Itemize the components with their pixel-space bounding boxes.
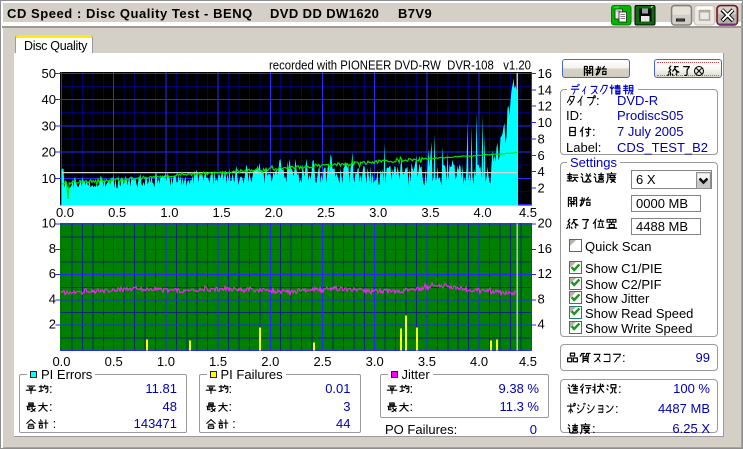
svg-text:12: 12 — [538, 266, 552, 281]
svg-text:recorded with PIONEER DVD-RW: recorded with PIONEER DVD-RW DVR-108 v1.… — [269, 59, 531, 73]
svg-text:16: 16 — [538, 66, 552, 81]
svg-text:40: 40 — [42, 92, 56, 107]
svg-text:50: 50 — [42, 66, 56, 81]
svg-text:8: 8 — [538, 131, 545, 146]
svg-text:3.5: 3.5 — [421, 205, 439, 220]
svg-text:10: 10 — [42, 216, 56, 231]
svg-text:0.0: 0.0 — [56, 205, 74, 220]
svg-text:1.0: 1.0 — [160, 205, 178, 220]
svg-text:2: 2 — [538, 181, 545, 196]
svg-text:2.0: 2.0 — [265, 205, 283, 220]
svg-text:3.0: 3.0 — [369, 205, 387, 220]
svg-text:2: 2 — [49, 317, 56, 332]
svg-text:2.5: 2.5 — [317, 205, 335, 220]
svg-text:6: 6 — [49, 266, 56, 281]
svg-text:8: 8 — [538, 291, 545, 306]
svg-text:12: 12 — [538, 99, 552, 114]
svg-text:4: 4 — [49, 291, 56, 306]
svg-text:4.5: 4.5 — [519, 205, 537, 220]
svg-text:14: 14 — [538, 82, 552, 97]
svg-text:4: 4 — [538, 164, 545, 179]
svg-text:20: 20 — [42, 145, 56, 160]
svg-text:30: 30 — [42, 118, 56, 133]
svg-text:10: 10 — [42, 171, 56, 186]
svg-text:16: 16 — [538, 241, 552, 256]
svg-text:10: 10 — [538, 115, 552, 130]
svg-text:20: 20 — [538, 216, 552, 231]
svg-text:0.5: 0.5 — [108, 205, 126, 220]
svg-text:8: 8 — [49, 241, 56, 256]
svg-text:6: 6 — [538, 148, 545, 163]
svg-text:4: 4 — [538, 317, 545, 332]
svg-text:1.5: 1.5 — [213, 205, 231, 220]
svg-text:4.0: 4.0 — [474, 205, 492, 220]
